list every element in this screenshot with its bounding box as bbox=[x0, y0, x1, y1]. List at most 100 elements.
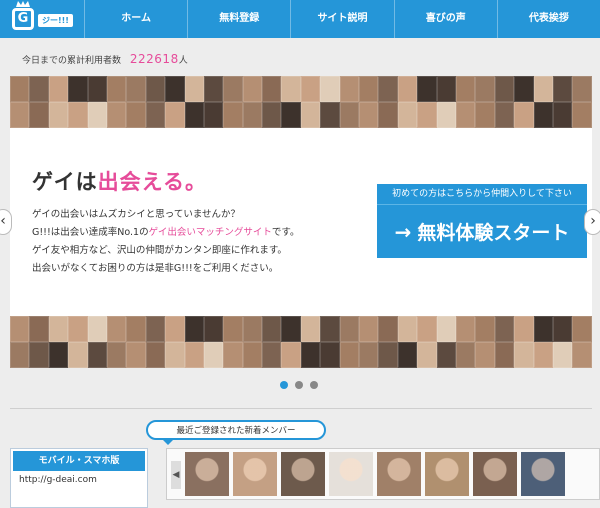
new-member-photo[interactable] bbox=[281, 452, 325, 496]
member-photo bbox=[145, 342, 166, 368]
member-photo bbox=[281, 76, 301, 102]
member-photo bbox=[320, 342, 340, 368]
member-photo bbox=[126, 102, 146, 128]
member-photo bbox=[126, 76, 146, 102]
member-photo bbox=[68, 316, 88, 342]
free-trial-button[interactable]: → 無料体験スタート bbox=[377, 204, 587, 258]
new-member-photo[interactable] bbox=[521, 452, 565, 496]
slider-dot-2[interactable] bbox=[295, 381, 303, 389]
member-photo bbox=[436, 102, 456, 128]
member-photo bbox=[184, 76, 204, 102]
main-nav: ホーム 無料登録 サイト説明 喜びの声 代表挨拶 bbox=[84, 0, 600, 38]
desc-line-1: ゲイの出会いはムズカシイと思っていませんか？ bbox=[32, 209, 241, 220]
section-divider bbox=[10, 408, 592, 409]
member-photo bbox=[281, 342, 301, 368]
member-photo bbox=[10, 342, 30, 368]
member-photo-strip-top bbox=[10, 76, 592, 128]
mobile-site-title: モバイル・スマホ版 bbox=[13, 451, 145, 471]
logo-tag: ジー!!! bbox=[38, 14, 73, 27]
logo-mark: G bbox=[12, 8, 34, 30]
member-photo bbox=[184, 316, 204, 342]
slider-dots bbox=[280, 381, 318, 389]
member-photo bbox=[10, 76, 30, 102]
member-photo bbox=[494, 102, 515, 128]
member-photo bbox=[572, 102, 592, 128]
member-photo bbox=[494, 76, 515, 102]
member-photo bbox=[223, 102, 243, 128]
member-photo bbox=[87, 76, 107, 102]
member-photo bbox=[378, 102, 398, 128]
member-photo bbox=[359, 342, 379, 368]
member-photo bbox=[223, 342, 243, 368]
member-photo bbox=[514, 102, 534, 128]
hero-description: ゲイの出会いはムズカシイと思っていませんか？ G!!!は出会い達成率No.1のゲ… bbox=[32, 206, 362, 278]
member-photo bbox=[552, 342, 573, 368]
member-photo bbox=[514, 76, 534, 102]
slider-next-button[interactable]: › bbox=[584, 209, 600, 235]
member-photo bbox=[339, 102, 360, 128]
member-photo bbox=[475, 342, 495, 368]
hero-slide: ゲイは出会える。 ゲイの出会いはムズカシイと思っていませんか？ G!!!は出会い… bbox=[10, 128, 592, 316]
member-photo bbox=[126, 342, 146, 368]
nav-home[interactable]: ホーム bbox=[84, 0, 187, 38]
nav-register[interactable]: 無料登録 bbox=[187, 0, 290, 38]
new-members-carousel: ◀ bbox=[166, 448, 600, 500]
new-member-photo[interactable] bbox=[473, 452, 517, 496]
member-photo bbox=[436, 316, 456, 342]
member-photo bbox=[165, 342, 185, 368]
member-photo bbox=[106, 102, 127, 128]
member-photo bbox=[184, 102, 204, 128]
nav-testimonials[interactable]: 喜びの声 bbox=[393, 0, 497, 38]
member-photo bbox=[455, 102, 476, 128]
member-photo bbox=[106, 342, 127, 368]
member-photo bbox=[184, 342, 204, 368]
member-photo bbox=[262, 342, 282, 368]
member-photo bbox=[106, 316, 127, 342]
new-member-photo[interactable] bbox=[425, 452, 469, 496]
member-photo bbox=[533, 316, 553, 342]
mobile-site-box[interactable]: モバイル・スマホ版 http://g-deai.com bbox=[10, 448, 148, 508]
desc-line-2-highlight: ゲイ出会いマッチングサイト bbox=[148, 227, 272, 238]
member-photo bbox=[10, 102, 30, 128]
headline-highlight: 出会える。 bbox=[97, 170, 207, 194]
member-photo bbox=[281, 102, 301, 128]
slider-dot-3[interactable] bbox=[310, 381, 318, 389]
new-member-photo[interactable] bbox=[233, 452, 277, 496]
member-photo bbox=[242, 342, 263, 368]
member-photo bbox=[300, 342, 321, 368]
member-photo bbox=[126, 316, 146, 342]
member-photo bbox=[48, 316, 69, 342]
nav-greeting[interactable]: 代表挨拶 bbox=[496, 0, 600, 38]
member-photo bbox=[552, 316, 573, 342]
hero-headline: ゲイは出会える。 bbox=[32, 166, 207, 196]
member-photo bbox=[242, 76, 263, 102]
member-photo bbox=[145, 76, 166, 102]
member-photo bbox=[572, 342, 592, 368]
slider-dot-1[interactable] bbox=[280, 381, 288, 389]
members-prev-button[interactable]: ◀ bbox=[171, 461, 181, 489]
member-photo-strip-bottom bbox=[10, 316, 592, 368]
member-photo bbox=[417, 102, 437, 128]
site-logo[interactable]: G ジー!!! bbox=[10, 1, 74, 34]
member-photo bbox=[262, 102, 282, 128]
member-photo bbox=[68, 102, 88, 128]
mobile-site-url[interactable]: http://g-deai.com bbox=[11, 473, 147, 487]
member-photo bbox=[436, 76, 456, 102]
member-photo bbox=[455, 316, 476, 342]
new-member-photo[interactable] bbox=[329, 452, 373, 496]
member-photo bbox=[48, 342, 69, 368]
new-member-photo[interactable] bbox=[185, 452, 229, 496]
member-photo bbox=[300, 76, 321, 102]
member-photo bbox=[165, 102, 185, 128]
member-photo bbox=[145, 316, 166, 342]
member-photo bbox=[29, 316, 49, 342]
member-photo bbox=[145, 102, 166, 128]
new-member-photo[interactable] bbox=[377, 452, 421, 496]
slider-prev-button[interactable]: ‹ bbox=[0, 209, 12, 235]
user-count-stat: 今日までの累計利用者数 222618人 bbox=[22, 52, 188, 66]
member-photo bbox=[262, 316, 282, 342]
member-photo bbox=[455, 76, 476, 102]
member-photo bbox=[359, 316, 379, 342]
member-photo bbox=[339, 342, 360, 368]
nav-about[interactable]: サイト説明 bbox=[290, 0, 393, 38]
